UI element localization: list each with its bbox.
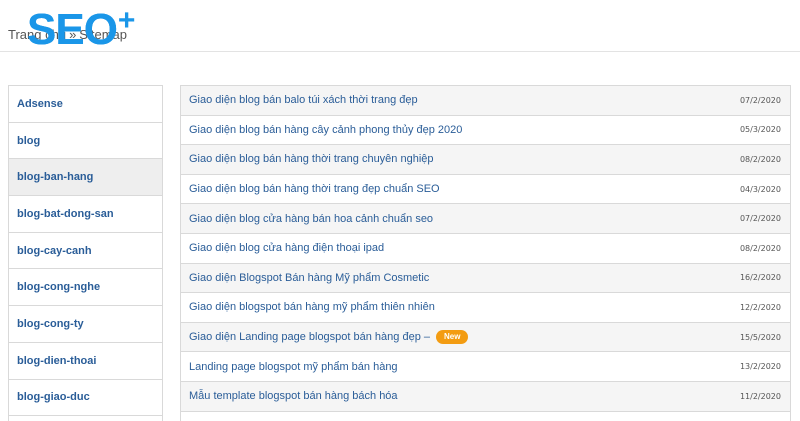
- post-date: 04/3/2020: [739, 184, 781, 194]
- sidebar-item-adsense[interactable]: Adsense: [9, 86, 162, 123]
- list-item: Giao diện blog bán hàng thời trang đẹp c…: [181, 174, 790, 205]
- post-date: 11/2/2020: [739, 391, 781, 401]
- list-item: Giao diện blog cửa hàng điện thoại ipad 0…: [181, 233, 790, 264]
- post-date: 08/2/2020: [739, 243, 781, 253]
- post-title-link[interactable]: Giao diện blog bán balo túi xách thời tr…: [189, 94, 418, 106]
- post-title-text[interactable]: Giao diện blog bán hàng cây cảnh phong t…: [189, 124, 462, 136]
- post-title-text[interactable]: Giao diện blog cửa hàng điện thoại ipad: [189, 242, 384, 254]
- post-date: 07/2/2020: [739, 214, 781, 224]
- list-item: Giao diện blogspot bán hàng mỹ phẩm thiê…: [181, 293, 790, 323]
- list-item: Giao diện Landing page blogspot bán hàng…: [181, 322, 790, 353]
- post-title-text[interactable]: Mẫu template blogspot bán hàng bách hóa: [189, 390, 398, 402]
- list-item: Giao diện blog cửa hàng bán hoa cảnh chu…: [181, 204, 790, 234]
- post-title-link[interactable]: Giao diện blogspot bán hàng mỹ phẩm thiê…: [189, 301, 435, 313]
- post-title-text[interactable]: Giao diện Blogspot Bán hàng Mỹ phẩm Cosm…: [189, 272, 429, 284]
- logo-plus: +: [117, 4, 136, 37]
- post-title-text[interactable]: Giao diện blog bán hàng thời trang chuyê…: [189, 153, 434, 165]
- post-title-link[interactable]: Landing page blogspot mỹ phẩm bán hàng: [189, 361, 398, 373]
- list-item: Giao diện blog bán balo túi xách thời tr…: [181, 86, 790, 116]
- sidebar-item-blog-bat-dong-san[interactable]: blog-bat-dong-san: [9, 196, 162, 233]
- list-item: Landing page blogspot mỹ phẩm bán hàng 13…: [181, 352, 790, 382]
- post-title-text[interactable]: Giao diện blog bán balo túi xách thời tr…: [189, 94, 418, 106]
- category-sidebar: Adsense blog blog-ban-hang blog-bat-dong-sa…: [8, 85, 163, 421]
- post-date: 12/2/2020: [739, 302, 781, 312]
- sidebar-item-blog-dien-thoai[interactable]: blog-dien-thoai: [9, 343, 162, 380]
- list-item: Mẫu template blogspot bán hàng bách hóa 1…: [181, 381, 790, 412]
- logo-text: SEO: [27, 5, 118, 54]
- post-title-link[interactable]: Giao diện blog bán hàng thời trang đẹp c…: [189, 183, 440, 195]
- post-date: 13/2/2020: [739, 362, 781, 372]
- list-item: Giao diện Blogspot Bán hàng Mỹ phẩm Cosm…: [181, 263, 790, 294]
- post-title-link[interactable]: Giao diện blog bán hàng thời trang chuyê…: [189, 153, 434, 165]
- post-date: 08/2/2020: [739, 154, 781, 164]
- post-title-link[interactable]: Giao diện blog cửa hàng điện thoại ipad: [189, 242, 384, 254]
- seo-plus-logo: SEO +: [27, 4, 136, 56]
- post-title-link[interactable]: Giao diện blog bán hàng cây cảnh phong t…: [189, 124, 462, 136]
- sidebar-item-blog-giao-duc[interactable]: blog-giao-duc: [9, 380, 162, 417]
- post-date: 16/2/2020: [739, 273, 781, 283]
- post-title-link[interactable]: Giao diện blog cửa hàng bán hoa cảnh chu…: [189, 213, 433, 225]
- sidebar-item-blog-ban-hang[interactable]: blog-ban-hang: [9, 159, 162, 197]
- post-title-link[interactable]: Giao diện Landing page blogspot bán hàng…: [189, 330, 469, 345]
- sidebar-item-blog-cong-nghe[interactable]: blog-cong-nghe: [9, 269, 162, 307]
- post-title-text[interactable]: Landing page blogspot mỹ phẩm bán hàng: [189, 361, 398, 373]
- post-title-text[interactable]: Giao diện blog cửa hàng bán hoa cảnh chu…: [189, 213, 433, 225]
- post-list: Giao diện blog bán balo túi xách thời tr…: [180, 85, 791, 421]
- sidebar-item-blog-cay-canh[interactable]: blog-cay-canh: [9, 233, 162, 270]
- list-item: Giao diện blog bán hàng cây cảnh phong t…: [181, 115, 790, 146]
- post-title-text[interactable]: Giao diện blogspot bán hàng mỹ phẩm thiê…: [189, 301, 435, 313]
- sidebar-item-blog[interactable]: blog: [9, 123, 162, 160]
- post-title-text[interactable]: Giao diện blog bán hàng thời trang đẹp c…: [189, 183, 440, 195]
- post-title-link[interactable]: Giao diện Blogspot Bán hàng Mỹ phẩm Cosm…: [189, 272, 429, 284]
- post-title-text[interactable]: Giao diện Landing page blogspot bán hàng…: [189, 331, 430, 343]
- list-item: Giao diện blog bán hàng thời trang chuyê…: [181, 145, 790, 175]
- post-date: 15/5/2020: [739, 332, 781, 342]
- post-date: 05/3/2020: [739, 125, 781, 135]
- post-title-link[interactable]: Mẫu template blogspot bán hàng bách hóa: [189, 390, 398, 402]
- new-badge: New: [436, 330, 469, 345]
- sidebar-item-blog-cong-ty[interactable]: blog-cong-ty: [9, 306, 162, 343]
- post-date: 07/2/2020: [739, 95, 781, 105]
